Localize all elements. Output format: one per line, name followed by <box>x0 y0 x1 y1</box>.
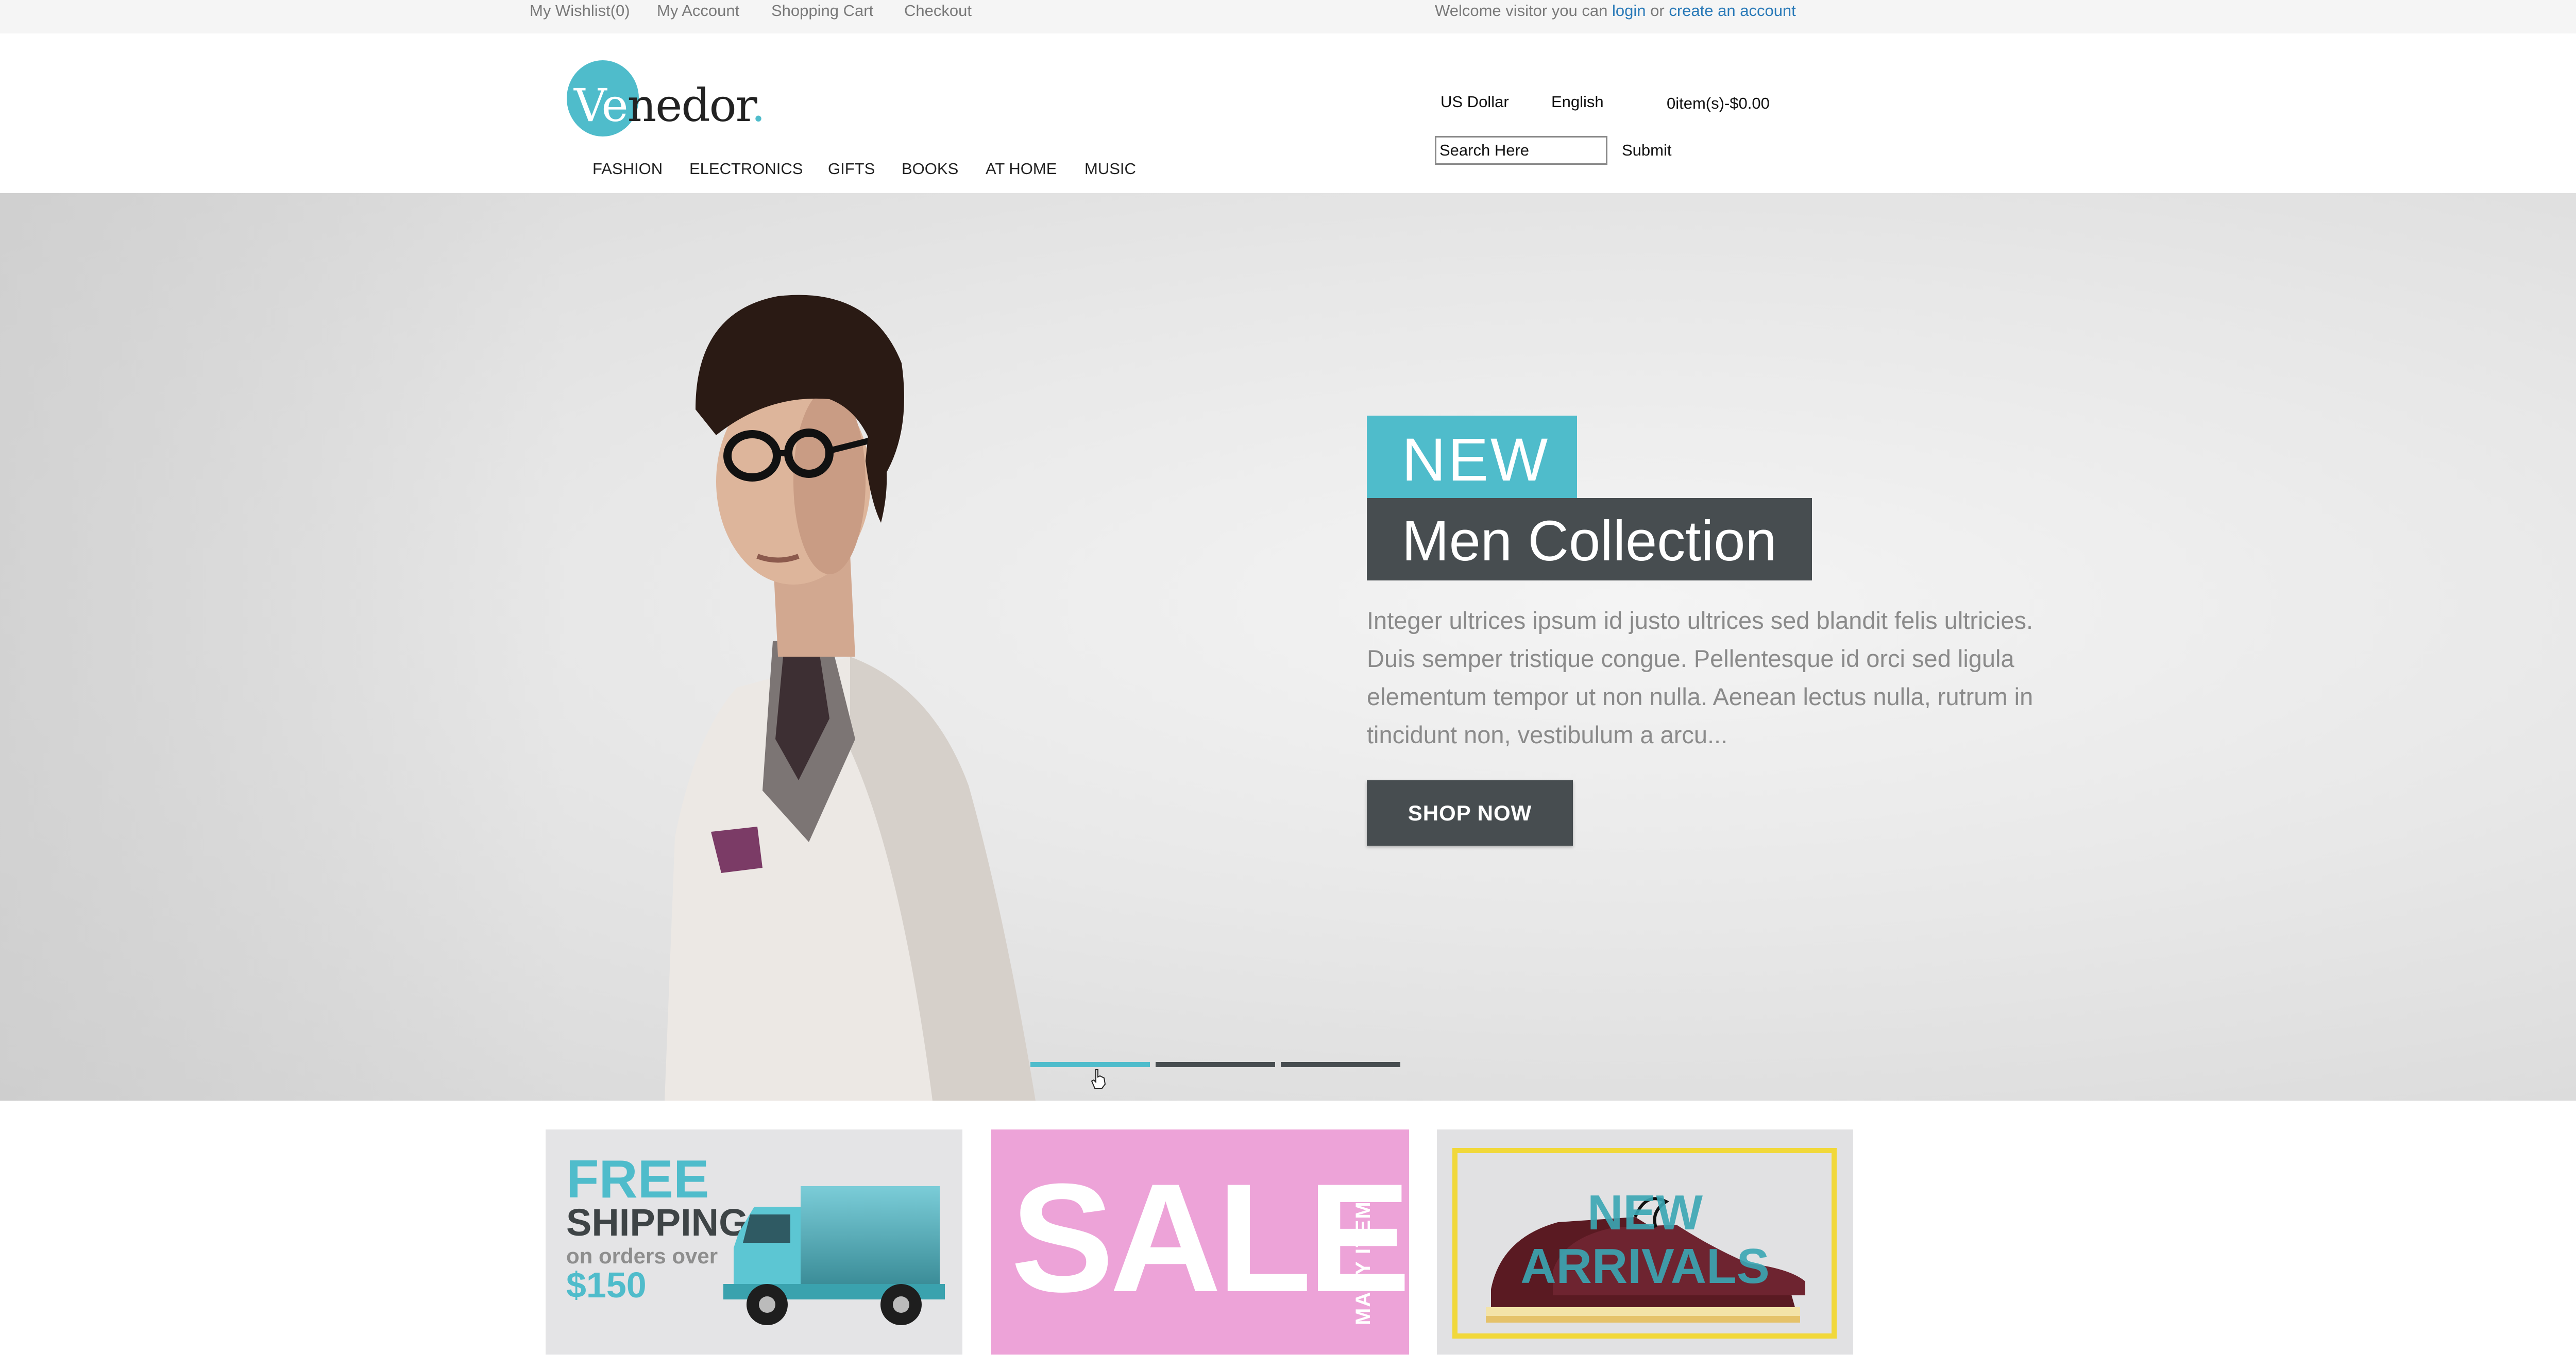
welcome-prefix: Welcome visitor you can <box>1435 2 1608 20</box>
search-input[interactable] <box>1435 136 1607 165</box>
site-logo[interactable]: Venedor. <box>567 60 793 143</box>
wishlist-link[interactable]: My Wishlist(0) <box>530 0 630 22</box>
promo-new-line1: NEW <box>1587 1185 1703 1240</box>
hero-slider: NEW Men Collection Integer ultrices ipsu… <box>0 193 2576 1101</box>
nav-gifts[interactable]: GIFTS <box>828 160 875 178</box>
cart-summary[interactable]: 0item(s)-$0.00 <box>1667 94 1770 113</box>
welcome-message: Welcome visitor you can login or create … <box>1435 0 1796 22</box>
hero-left-shade <box>0 193 567 1101</box>
hero-title-box: Men Collection <box>1367 498 1812 580</box>
shop-now-button[interactable]: SHOP NOW <box>1367 780 1573 846</box>
site-header: Venedor. FASHION ELECTRONICS GIFTS BOOKS… <box>0 33 2576 193</box>
nav-fashion[interactable]: FASHION <box>592 160 663 178</box>
currency-selector[interactable]: US Dollar <box>1440 93 1509 111</box>
promo-new-line2: ARRIVALS <box>1520 1239 1770 1294</box>
shopping-cart-link[interactable]: Shopping Cart <box>771 0 873 22</box>
welcome-or: or <box>1650 2 1665 20</box>
promo-sale-side-text: MANY ITEMS <box>1352 1186 1375 1325</box>
nav-books[interactable]: BOOKS <box>902 160 958 178</box>
promo-sale[interactable]: SALE MANY ITEMS <box>991 1129 1409 1355</box>
hand-cursor-icon <box>1091 1069 1106 1089</box>
promo-ship-amount: $150 <box>566 1265 647 1305</box>
hero-badge-new: NEW <box>1367 416 1577 498</box>
promo-new-arrivals[interactable]: NEW ARRIVALS <box>1437 1129 1853 1355</box>
hero-description: Integer ultrices ipsum id justo ultrices… <box>1367 607 2033 748</box>
slider-pagination <box>1030 1062 1401 1068</box>
slider-dot-3[interactable] <box>1281 1062 1400 1067</box>
top-utility-bar: My Wishlist(0) My Account Shopping Cart … <box>0 0 2576 33</box>
create-account-link[interactable]: create an account <box>1669 2 1795 20</box>
logo-ve: Ve <box>574 79 629 132</box>
promo-sale-text: SALE <box>1011 1151 1409 1324</box>
search-submit-button[interactable]: Submit <box>1622 138 1671 163</box>
promo-ship-shipping: SHIPPING <box>566 1201 749 1244</box>
nav-electronics[interactable]: ELECTRONICS <box>689 160 803 178</box>
checkout-link[interactable]: Checkout <box>904 0 972 22</box>
my-account-link[interactable]: My Account <box>657 0 739 22</box>
slider-dot-1[interactable] <box>1030 1062 1150 1067</box>
promo-free-shipping[interactable]: FREE SHIPPING on orders over $150 <box>546 1129 962 1355</box>
nav-at-home[interactable]: AT HOME <box>986 160 1057 178</box>
logo-dot: . <box>751 79 766 132</box>
model-photo <box>665 295 1036 1101</box>
logo-text: Venedor. <box>574 79 766 132</box>
login-link[interactable]: login <box>1612 2 1646 20</box>
hero-title: Men Collection <box>1402 509 1777 573</box>
nav-music[interactable]: MUSIC <box>1084 160 1136 178</box>
truck-icon <box>723 1186 945 1325</box>
logo-name: nedor <box>627 79 752 132</box>
language-selector[interactable]: English <box>1551 93 1604 111</box>
slider-dot-2[interactable] <box>1156 1062 1275 1067</box>
promo-new-text: NEW ARRIVALS <box>1437 1186 1853 1293</box>
hero-badge-text: NEW <box>1402 426 1550 494</box>
